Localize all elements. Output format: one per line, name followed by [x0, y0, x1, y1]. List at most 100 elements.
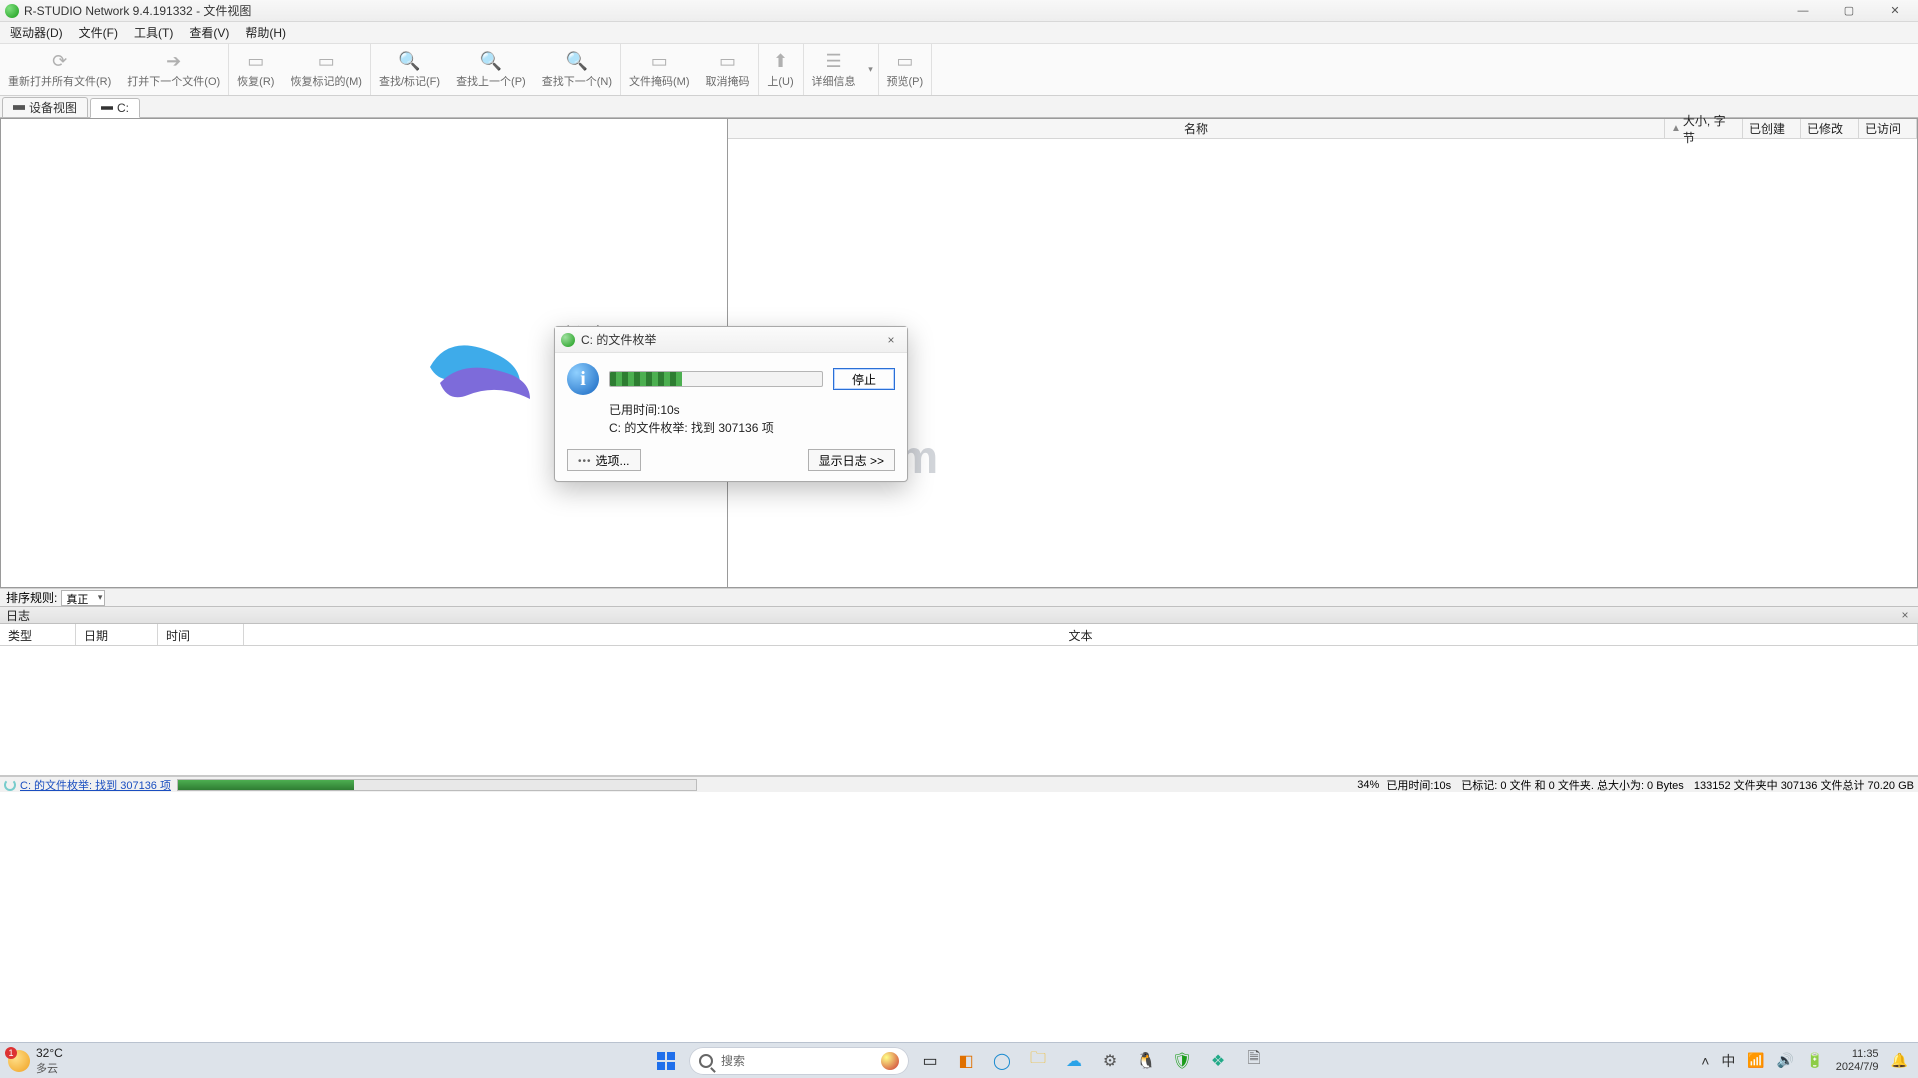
ime-indicator[interactable]: 中: [1721, 1051, 1735, 1071]
pinned-app-2[interactable]: ☁: [1059, 1047, 1089, 1075]
reopen-all-button[interactable]: ⟳ 重新打并所有文件(R): [0, 44, 119, 95]
go-up-button[interactable]: ⬆ 上(U): [759, 44, 803, 95]
windows-logo-icon: [657, 1052, 675, 1070]
dialog-title: C: 的文件枚举: [581, 331, 656, 348]
menu-tools[interactable]: 工具(T): [126, 22, 181, 43]
details-dropdown[interactable]: ▾: [864, 64, 878, 75]
sort-rule-select[interactable]: 真正 ▾: [61, 590, 105, 606]
refresh-icon: ⟳: [46, 50, 74, 72]
up-arrow-icon: ⬆: [767, 50, 795, 72]
status-progress: [177, 779, 697, 791]
pinned-app-3[interactable]: 🐧: [1131, 1047, 1161, 1075]
device-icon: [13, 102, 25, 114]
work-area: 名称 ▲大小, 字节 已创建 已修改 已访问: [0, 118, 1918, 588]
chevron-down-icon: ▾: [98, 592, 103, 603]
security-icon[interactable]: 🛡: [1167, 1047, 1197, 1075]
menu-bar: 驱动器(D) 文件(F) 工具(T) 查看(V) 帮助(H): [0, 22, 1918, 44]
log-col-text[interactable]: 文本: [244, 624, 1918, 645]
file-mask-button[interactable]: ▭ 文件掩码(M): [621, 44, 698, 95]
log-columns: 类型 日期 时间 文本: [0, 624, 1918, 646]
log-col-time[interactable]: 时间: [158, 624, 244, 645]
sort-label: 排序规则:: [6, 589, 57, 606]
clock-date: 2024/7/9: [1836, 1061, 1879, 1073]
panel-tabs: 设备视图 C:: [0, 96, 1918, 118]
find-mark-button[interactable]: 🔍 查找/标记(F): [371, 44, 448, 95]
taskbar-clock[interactable]: 11:35 2024/7/9: [1836, 1048, 1879, 1072]
close-button[interactable]: ✕: [1872, 0, 1918, 22]
details-icon: ☰: [820, 50, 848, 72]
pinned-app-1[interactable]: ◧: [951, 1047, 981, 1075]
log-col-type[interactable]: 类型: [0, 624, 76, 645]
window-title: R-STUDIO Network 9.4.191332 - 文件视图: [24, 2, 251, 19]
preview-button[interactable]: ▭ 预览(P): [879, 44, 932, 95]
status-task-link[interactable]: C: 的文件枚举: 找到 307136 项: [20, 777, 171, 793]
maximize-button[interactable]: ▢: [1826, 0, 1872, 22]
binoculars-icon: 🔍: [396, 50, 424, 72]
dialog-progress-text: C: 的文件枚举: 找到 307136 项: [609, 419, 895, 437]
options-button[interactable]: 选项...: [567, 449, 641, 471]
recover-button[interactable]: ▭ 恢复(R): [229, 44, 282, 95]
weather-desc: 多云: [36, 1060, 63, 1076]
tray-overflow-icon[interactable]: ˄: [1701, 1053, 1709, 1069]
log-close-button[interactable]: ×: [1898, 608, 1912, 622]
taskbar-search[interactable]: 搜索: [689, 1047, 909, 1075]
open-next-button[interactable]: ➔ 打并下一个文件(O): [119, 44, 228, 95]
dialog-close-button[interactable]: ×: [881, 333, 901, 347]
arrow-right-icon: ➔: [160, 50, 188, 72]
tab-device-view[interactable]: 设备视图: [2, 97, 88, 117]
preview-icon: ▭: [891, 50, 919, 72]
sort-bar: 排序规则: 真正 ▾: [0, 588, 1918, 606]
toolbar: ⟳ 重新打并所有文件(R) ➔ 打并下一个文件(O) ▭ 恢复(R) ▭ 恢复标…: [0, 44, 1918, 96]
menu-drives[interactable]: 驱动器(D): [2, 22, 71, 43]
weather-icon: 1: [8, 1050, 30, 1072]
mask-icon: ▭: [645, 50, 673, 72]
log-col-date[interactable]: 日期: [76, 624, 158, 645]
log-titlebar: 日志 ×: [0, 606, 1918, 624]
col-created[interactable]: 已创建: [1743, 119, 1801, 138]
weather-temp: 32°C: [36, 1046, 63, 1060]
start-button[interactable]: [649, 1047, 683, 1075]
sort-asc-icon: ▲: [1671, 123, 1681, 134]
status-percent: 34%: [1357, 779, 1383, 791]
minimize-button[interactable]: —: [1780, 0, 1826, 22]
dialog-titlebar[interactable]: C: 的文件枚举 ×: [555, 327, 907, 353]
search-highlight-icon: [881, 1052, 899, 1070]
menu-view[interactable]: 查看(V): [181, 22, 237, 43]
col-accessed[interactable]: 已访问: [1859, 119, 1917, 138]
col-size[interactable]: ▲大小, 字节: [1665, 119, 1743, 138]
pinned-app-5[interactable]: 🗎: [1239, 1047, 1269, 1075]
dialog-app-icon: [561, 333, 575, 347]
tab-drive-c[interactable]: C:: [90, 98, 140, 118]
find-prev-button[interactable]: 🔍 查找上一个(P): [448, 44, 534, 95]
clock-time: 11:35: [1836, 1048, 1879, 1060]
search-placeholder: 搜索: [721, 1052, 745, 1069]
battery-icon[interactable]: 🔋: [1806, 1052, 1823, 1069]
file-explorer-icon[interactable]: 🗀: [1023, 1047, 1053, 1075]
notifications-icon[interactable]: 🔔: [1891, 1052, 1908, 1069]
log-body[interactable]: [0, 646, 1918, 776]
log-title: 日志: [6, 607, 30, 624]
settings-icon[interactable]: ⚙: [1095, 1047, 1125, 1075]
info-icon: i: [567, 363, 599, 395]
recover-marked-button[interactable]: ▭ 恢复标记的(M): [282, 44, 370, 95]
stop-button[interactable]: 停止: [833, 368, 895, 390]
pinned-app-4[interactable]: ❖: [1203, 1047, 1233, 1075]
drive-icon: [101, 102, 113, 114]
status-progress-fill: [178, 780, 354, 790]
cancel-mask-button[interactable]: ▭ 取消掩码: [698, 44, 758, 95]
taskbar-weather[interactable]: 1 32°C 多云: [0, 1046, 71, 1076]
details-view-button[interactable]: ☰ 详细信息: [804, 44, 864, 95]
find-next-button[interactable]: 🔍 查找下一个(N): [534, 44, 620, 95]
col-modified[interactable]: 已修改: [1801, 119, 1859, 138]
status-marked: 已标记: 0 文件 和 0 文件夹. 总大小为: 0 Bytes: [1455, 777, 1688, 793]
titlebar: R-STUDIO Network 9.4.191332 - 文件视图 — ▢ ✕: [0, 0, 1918, 22]
wifi-icon[interactable]: 📶: [1747, 1052, 1764, 1069]
col-name[interactable]: 名称: [728, 119, 1665, 138]
status-totals: 133152 文件夹中 307136 文件总计 70.20 GB: [1688, 777, 1918, 793]
menu-file[interactable]: 文件(F): [71, 22, 126, 43]
show-log-button[interactable]: 显示日志 >>: [808, 449, 895, 471]
edge-icon[interactable]: ◯: [987, 1047, 1017, 1075]
task-view-icon[interactable]: ▭: [915, 1047, 945, 1075]
volume-icon[interactable]: 🔊: [1777, 1052, 1794, 1069]
menu-help[interactable]: 帮助(H): [237, 22, 294, 43]
